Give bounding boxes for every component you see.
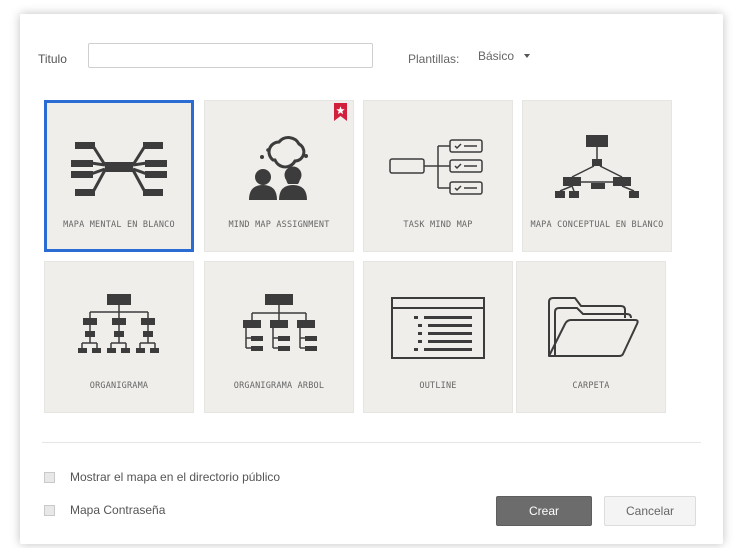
template-label: TASK MIND MAP xyxy=(403,220,473,230)
template-label: CARPETA xyxy=(572,381,610,391)
org-tree-icon xyxy=(205,288,353,368)
concept-map-icon xyxy=(523,127,671,207)
template-tile-org-tree[interactable]: ORGANIGRAMA ARBOL xyxy=(204,261,354,413)
template-label: ORGANIGRAMA xyxy=(89,381,149,391)
templates-label: Plantillas: xyxy=(408,52,460,66)
title-input[interactable] xyxy=(88,43,373,68)
template-label: ORGANIGRAMA ARBOL xyxy=(233,381,325,391)
template-label: MAPA CONCEPTUAL EN BLANCO xyxy=(530,220,664,230)
template-tile-mind-map-assignment[interactable]: MIND MAP ASSIGNMENT xyxy=(204,100,354,252)
star-bookmark-icon xyxy=(334,103,347,121)
template-tile-folder[interactable]: CARPETA xyxy=(516,261,666,413)
template-tile-blank-mind-map[interactable]: MAPA MENTAL EN BLANCO xyxy=(44,100,194,252)
task-checklist-icon xyxy=(364,127,512,207)
template-label: MAPA MENTAL EN BLANCO xyxy=(63,220,175,230)
template-tile-blank-concept-map[interactable]: MAPA CONCEPTUAL EN BLANCO xyxy=(522,100,672,252)
new-map-dialog: Titulo Plantillas: Básico MAPA MENTAL EN… xyxy=(20,14,723,544)
folder-icon xyxy=(517,288,665,368)
org-chart-icon xyxy=(45,288,193,368)
public-directory-checkbox[interactable] xyxy=(44,471,55,483)
public-directory-label: Mostrar el mapa en el directorio público xyxy=(70,470,281,484)
outline-list-icon xyxy=(364,288,512,368)
title-label: Titulo xyxy=(38,52,67,66)
template-label: OUTLINE xyxy=(419,381,457,391)
create-button[interactable]: Crear xyxy=(496,496,592,526)
templates-selected-value: Básico xyxy=(478,49,515,63)
divider xyxy=(42,442,701,443)
assignment-people-icon xyxy=(205,127,353,207)
template-tile-outline[interactable]: OUTLINE xyxy=(363,261,513,413)
templates-dropdown[interactable]: Básico xyxy=(478,46,531,66)
template-tile-org-chart[interactable]: ORGANIGRAMA xyxy=(44,261,194,413)
password-option[interactable]: Mapa Contraseña xyxy=(44,503,165,517)
public-directory-option[interactable]: Mostrar el mapa en el directorio público xyxy=(44,470,280,484)
template-tile-task-mind-map[interactable]: TASK MIND MAP xyxy=(363,100,513,252)
cancel-button[interactable]: Cancelar xyxy=(604,496,696,526)
password-checkbox[interactable] xyxy=(44,504,55,516)
template-label: MIND MAP ASSIGNMENT xyxy=(228,220,330,230)
password-label: Mapa Contraseña xyxy=(70,503,166,517)
caret-down-icon xyxy=(524,54,531,58)
blank-mind-map-icon xyxy=(47,129,191,209)
